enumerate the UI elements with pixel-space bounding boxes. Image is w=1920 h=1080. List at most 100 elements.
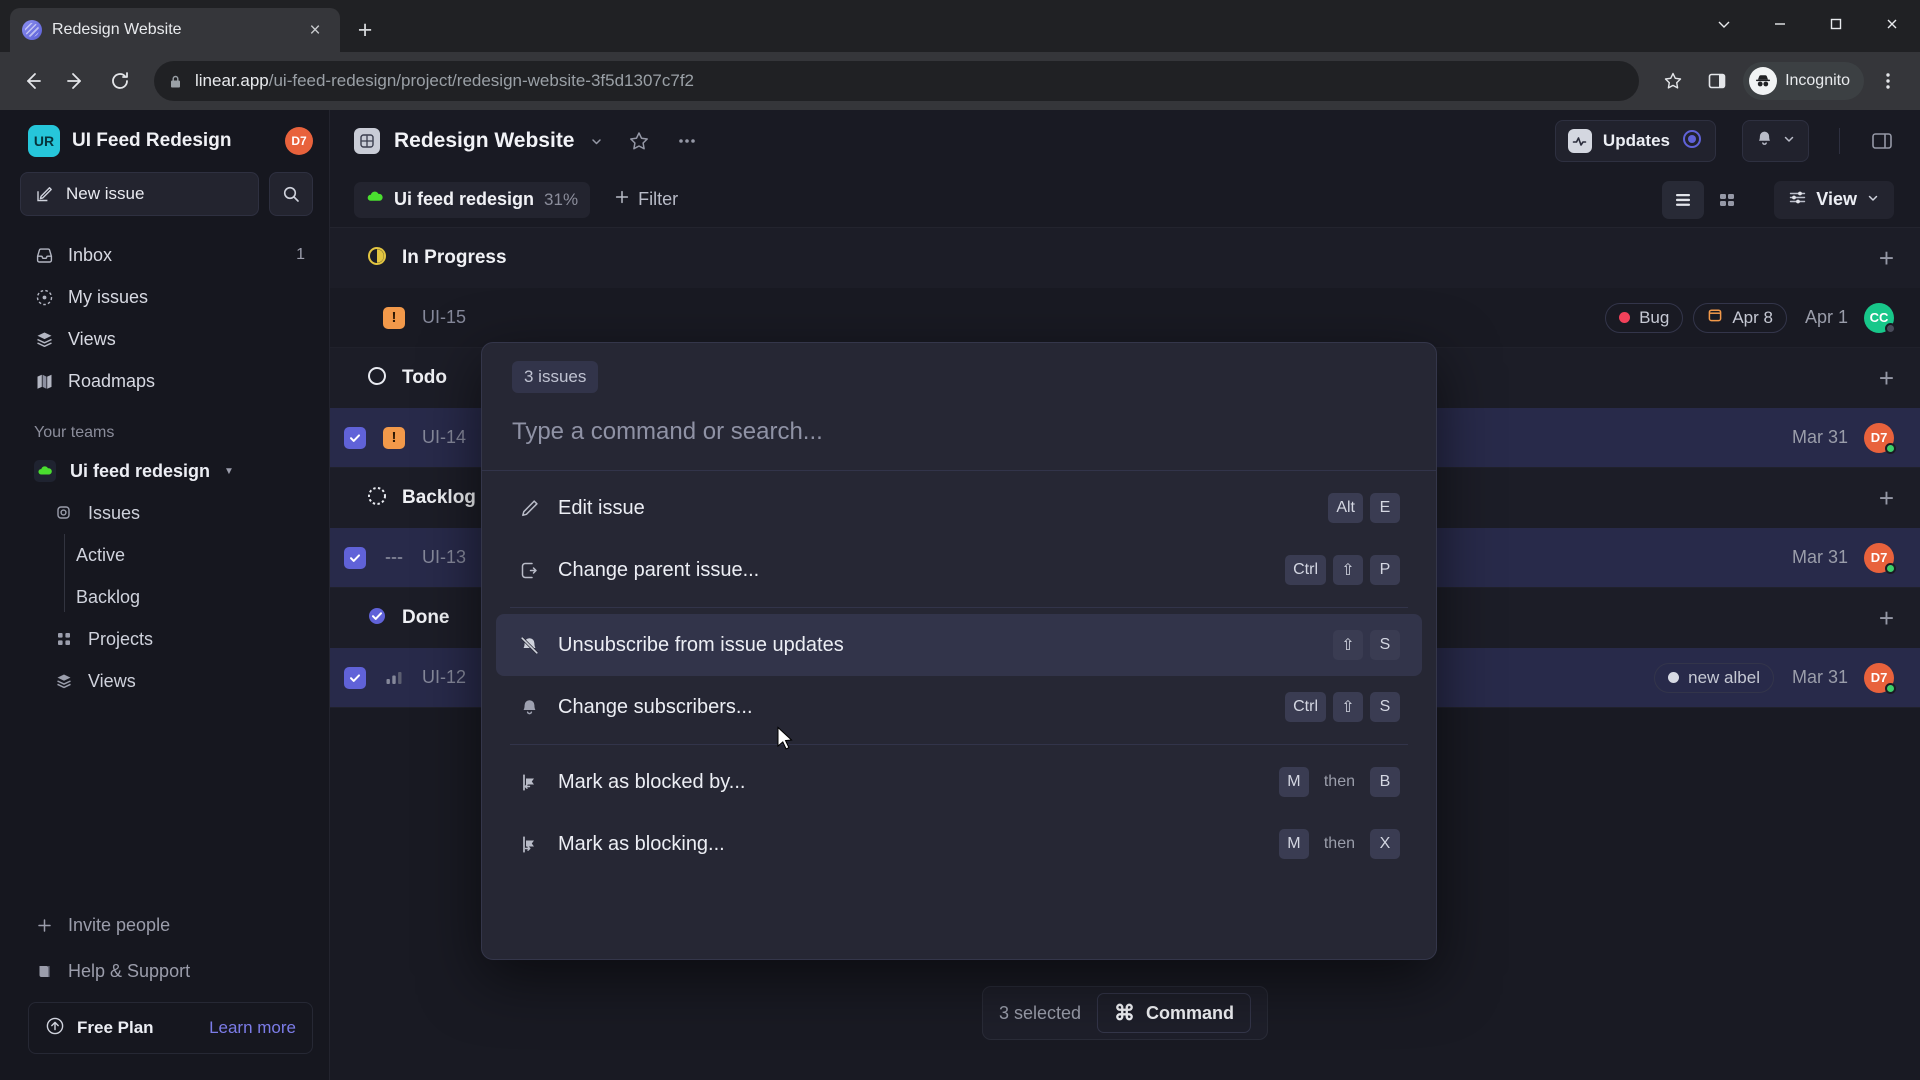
command-item-label: Mark as blocked by... [558, 770, 746, 793]
command-label: Command [1146, 1002, 1235, 1023]
chevron-down-icon[interactable]: ▼ [224, 466, 234, 477]
view-options-button[interactable]: View [1774, 180, 1894, 219]
issue-label-chip[interactable]: new albel [1654, 662, 1774, 693]
key-cap: S [1370, 630, 1400, 660]
key-cap: ⇧ [1333, 692, 1363, 722]
key-cap: S [1370, 692, 1400, 722]
browser-tab[interactable]: Redesign Website × [10, 8, 340, 52]
add-filter-button[interactable]: Filter [604, 182, 688, 218]
sidebar-item-inbox[interactable]: Inbox 1 [20, 234, 313, 276]
address-bar[interactable]: linear.app/ui-feed-redesign/project/rede… [154, 61, 1640, 101]
priority-icon[interactable]: ! [382, 306, 406, 329]
chrome-menu-icon[interactable] [1868, 61, 1908, 101]
view-mode-toggle [1662, 180, 1748, 219]
updates-icon [1567, 129, 1592, 153]
command-search-input[interactable]: Type a command or search... [482, 393, 1436, 471]
command-item-edit-issue[interactable]: Edit issue Alt E [496, 477, 1422, 539]
tab-title: Redesign Website [52, 21, 182, 38]
add-issue-icon[interactable]: + [1879, 485, 1894, 511]
backlog-status-icon [366, 485, 388, 512]
sidebar-item-roadmaps[interactable]: Roadmaps [20, 360, 313, 402]
minimize-icon[interactable] [1752, 4, 1808, 44]
command-item-unsubscribe-from-issue-updates[interactable]: Unsubscribe from issue updates ⇧ S [496, 614, 1422, 676]
command-item-change-parent-issue[interactable]: Change parent issue... Ctrl ⇧ P [496, 539, 1422, 601]
command-item-mark-as-blocked-by[interactable]: Mark as blocked by... M then B [496, 751, 1422, 813]
book-icon [34, 963, 54, 980]
row-checkbox[interactable] [344, 307, 366, 329]
learn-more-link[interactable]: Learn more [209, 1018, 296, 1038]
sidebar-item-projects[interactable]: Projects [20, 618, 313, 660]
add-issue-icon[interactable]: + [1879, 365, 1894, 391]
sidebar-item-label: Projects [88, 628, 154, 649]
side-panel-icon[interactable] [1697, 61, 1737, 101]
reload-icon[interactable] [100, 61, 140, 101]
incognito-profile-button[interactable]: Incognito [1743, 62, 1864, 100]
add-issue-icon[interactable]: + [1879, 245, 1894, 271]
avatar[interactable]: D7 [1864, 542, 1896, 574]
calendar-icon [1707, 307, 1723, 328]
star-icon[interactable] [628, 130, 650, 152]
sidebar-item-label: Roadmaps [68, 370, 156, 391]
add-issue-icon[interactable]: + [1879, 605, 1894, 631]
project-filter-pill[interactable]: Ui feed redesign 31% [354, 181, 591, 218]
command-palette[interactable]: 3 issues Type a command or search... Edi… [481, 342, 1437, 960]
blocking-icon [514, 834, 544, 855]
workspace-switcher[interactable]: UR UI Feed Redesign D7 [20, 110, 313, 172]
row-checkbox[interactable] [344, 546, 366, 569]
user-avatar[interactable]: D7 [285, 127, 313, 155]
due-date-chip[interactable]: Apr 8 [1693, 302, 1787, 333]
new-issue-button[interactable]: New issue [20, 172, 259, 216]
key-cap: Ctrl [1285, 692, 1326, 722]
priority-icon[interactable] [382, 547, 406, 569]
updates-status-icon [1681, 128, 1703, 155]
avatar[interactable]: D7 [1864, 422, 1896, 454]
avatar[interactable]: CC [1864, 302, 1896, 334]
project-header: Redesign Website Updates [330, 110, 1920, 172]
invite-people-button[interactable]: Invite people [20, 902, 313, 948]
list-view-icon[interactable] [1662, 180, 1705, 219]
board-view-icon[interactable] [1706, 181, 1748, 219]
cloud-icon [366, 188, 384, 211]
sidebar-item-team-views[interactable]: Views [20, 660, 313, 702]
priority-icon[interactable]: ! [382, 426, 406, 449]
updates-button[interactable]: Updates [1554, 120, 1716, 162]
row-checkbox[interactable] [344, 666, 366, 689]
chevron-down-icon[interactable] [1696, 4, 1752, 44]
bookmark-star-icon[interactable] [1653, 61, 1693, 101]
plan-box[interactable]: Free Plan Learn more [28, 1002, 313, 1054]
command-button[interactable]: ⌘ Command [1097, 993, 1252, 1033]
chevron-down-icon[interactable] [589, 134, 604, 149]
sidebar-item-issues[interactable]: Issues [20, 492, 313, 534]
sidebar-item-active[interactable]: Active [76, 534, 313, 576]
table-row[interactable]: ! UI-15 Bug Apr 8 Apr 1 CC [330, 288, 1920, 348]
command-divider [510, 744, 1408, 745]
command-item-mark-as-blocking[interactable]: Mark as blocking... M then X [496, 813, 1422, 875]
back-icon[interactable] [12, 61, 52, 101]
maximize-icon[interactable] [1808, 4, 1864, 44]
sidebar-item-views[interactable]: Views [20, 318, 313, 360]
more-icon[interactable] [676, 130, 698, 152]
chevron-down-icon[interactable] [1782, 132, 1796, 151]
avatar-status-dot [1885, 682, 1896, 694]
workspace-name: UI Feed Redesign [72, 130, 232, 151]
close-tab-icon[interactable]: × [302, 17, 328, 43]
forward-icon[interactable] [56, 61, 96, 101]
command-item-change-subscribers[interactable]: Change subscribers... Ctrl ⇧ S [496, 676, 1422, 738]
sidebar-item-backlog[interactable]: Backlog [76, 576, 313, 618]
avatar-status-dot [1885, 322, 1896, 334]
close-window-icon[interactable] [1864, 4, 1920, 44]
sidebar-team-ui-feed-redesign[interactable]: Ui feed redesign ▼ [20, 450, 313, 492]
search-button[interactable] [269, 172, 313, 216]
group-header-in-progress[interactable]: In Progress + [330, 228, 1920, 288]
avatar[interactable]: D7 [1864, 662, 1896, 694]
views-icon [54, 672, 74, 690]
sidebar-item-my-issues[interactable]: My issues [20, 276, 313, 318]
upgrade-icon [45, 1016, 65, 1041]
row-checkbox[interactable] [344, 426, 366, 449]
notifications-button[interactable] [1742, 120, 1809, 162]
issue-label-chip[interactable]: Bug [1605, 302, 1684, 333]
panel-toggle-icon[interactable] [1870, 129, 1894, 153]
priority-icon[interactable] [382, 667, 406, 689]
new-tab-icon[interactable]: + [348, 13, 382, 47]
help-support-button[interactable]: Help & Support [20, 948, 313, 994]
